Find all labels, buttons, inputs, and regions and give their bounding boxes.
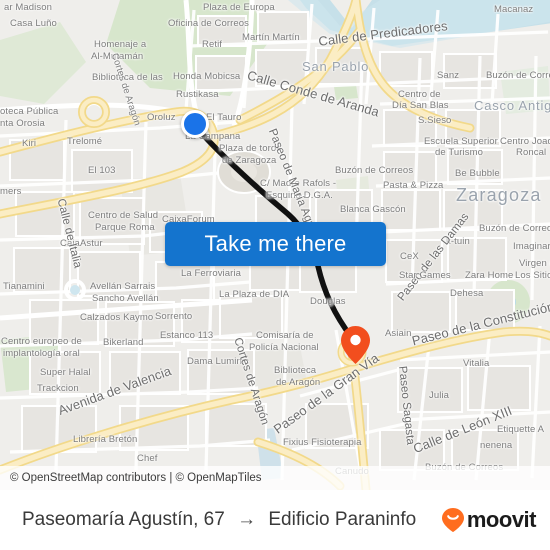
route-destination: Edificio Paraninfo (268, 509, 417, 530)
moovit-trip-screenshot: ar Madison Plaza de Europa Macanaz Casa Luñ… (0, 0, 550, 550)
trip-footer: Paseomaría Agustín, 67 → Edificio Parani… (0, 490, 550, 550)
moovit-wordmark: moovit (466, 507, 537, 532)
take-me-there-label: Take me there (204, 231, 347, 256)
moovit-logo[interactable]: moovit (440, 507, 537, 533)
map-attribution: © OpenStreetMap contributors | © OpenMap… (0, 466, 550, 490)
origin-marker[interactable] (181, 110, 209, 138)
take-me-there-button[interactable]: Take me there (165, 222, 386, 266)
arrow-right-icon: → (237, 509, 257, 530)
map-attribution-text[interactable]: © OpenStreetMap contributors | © OpenMap… (0, 472, 262, 484)
route-origin: Paseomaría Agustín, 67 (22, 509, 225, 530)
destination-marker[interactable] (341, 326, 370, 364)
map-canvas[interactable]: ar Madison Plaza de Europa Macanaz Casa Luñ… (0, 0, 550, 490)
moovit-pin-icon (441, 508, 464, 532)
route-summary: Paseomaría Agustín, 67 → Edificio Parani… (22, 509, 416, 531)
